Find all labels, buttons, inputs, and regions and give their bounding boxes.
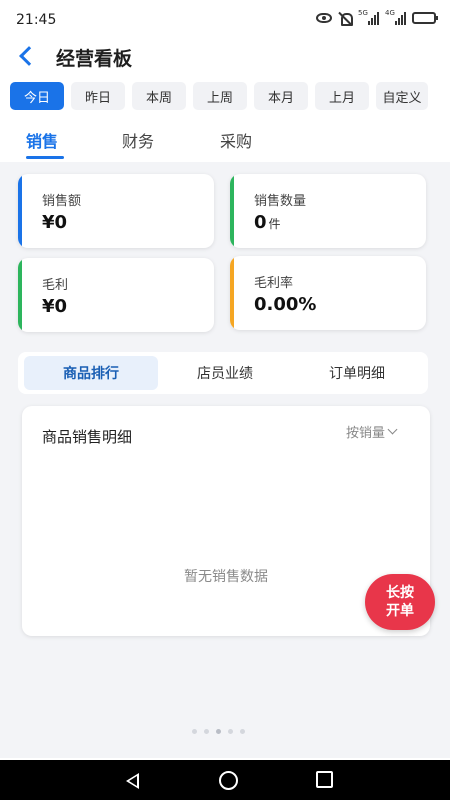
long-press-order-button[interactable]: 长按 开单 (365, 574, 435, 630)
page-dot (240, 729, 245, 734)
stat-value: 0件 (254, 212, 281, 233)
main-tabs: 销售 财务 采购 (0, 122, 450, 162)
content-area: 销售额 ¥0 销售数量 0件 毛利 ¥0 毛利率 0.00% 商品排行 店员业绩… (0, 162, 450, 758)
status-icons: 5G 4G (316, 9, 438, 26)
subtab-staff-performance[interactable]: 店员业绩 (158, 356, 292, 390)
period-this-week[interactable]: 本周 (132, 82, 186, 110)
status-bar: 21:45 5G 4G (0, 0, 450, 40)
period-today[interactable]: 今日 (10, 82, 64, 110)
network-label-1: 5G (358, 9, 368, 17)
back-arrow-icon[interactable] (19, 46, 39, 66)
float-button-line1: 长按 (386, 585, 414, 601)
header: 经营看板 (0, 40, 450, 76)
screen: 21:45 5G 4G 经营看板 今日 昨日 本周 上周 本月 上月 自定义 销… (0, 0, 450, 800)
page-dot (192, 729, 197, 734)
subtab-order-details[interactable]: 订单明细 (292, 356, 422, 390)
battery-icon (412, 12, 438, 24)
float-button-line2: 开单 (386, 603, 414, 619)
stat-value: 0.00% (254, 294, 317, 315)
tab-finance[interactable]: 财务 (122, 128, 154, 152)
nav-back-icon[interactable] (126, 773, 139, 789)
page-dot (228, 729, 233, 734)
page-title: 经营看板 (56, 48, 133, 70)
status-time: 21:45 (16, 12, 57, 28)
sub-tabs: 商品排行 店员业绩 订单明细 (18, 352, 428, 394)
empty-state-text: 暂无销售数据 (184, 569, 268, 585)
tab-underline (26, 156, 64, 159)
sort-dropdown[interactable]: 按销量 (345, 422, 398, 441)
stat-label: 销售数量 (254, 194, 307, 209)
period-this-month[interactable]: 本月 (254, 82, 308, 110)
subtab-product-ranking[interactable]: 商品排行 (24, 356, 158, 390)
card-accent (230, 174, 234, 248)
stat-value-number: 0 (254, 212, 267, 233)
stat-card-sales-amount[interactable]: 销售额 ¥0 (18, 174, 214, 248)
network-label-2: 4G (385, 9, 395, 17)
page-dot (204, 729, 209, 734)
page-indicator (192, 729, 245, 734)
stat-value: ¥0 (42, 296, 68, 317)
system-nav-bar (0, 760, 450, 800)
stat-card-sales-qty[interactable]: 销售数量 0件 (230, 174, 426, 248)
page-dot-active (216, 729, 221, 734)
signal-icon: 5G (358, 9, 379, 25)
eye-icon (316, 13, 332, 23)
stat-label: 毛利率 (254, 276, 294, 291)
nav-home-icon[interactable] (219, 771, 238, 790)
stat-label: 销售额 (42, 194, 82, 209)
mute-icon (338, 11, 353, 26)
period-last-month[interactable]: 上月 (315, 82, 369, 110)
card-accent (230, 256, 234, 330)
sort-label: 按销量 (345, 426, 385, 441)
period-custom[interactable]: 自定义 (376, 82, 428, 110)
chevron-down-icon (387, 424, 398, 435)
period-last-week[interactable]: 上周 (193, 82, 247, 110)
tab-sales[interactable]: 销售 (26, 128, 58, 152)
detail-title: 商品销售明细 (42, 428, 133, 446)
stat-label: 毛利 (42, 278, 69, 293)
period-yesterday[interactable]: 昨日 (71, 82, 125, 110)
stat-card-gross-margin[interactable]: 毛利率 0.00% (230, 256, 426, 330)
tab-purchase[interactable]: 采购 (220, 128, 252, 152)
card-accent (18, 258, 22, 332)
nav-recents-icon[interactable] (316, 771, 333, 788)
period-selector: 今日 昨日 本周 上周 本月 上月 自定义 (10, 82, 440, 112)
stat-unit: 件 (268, 217, 281, 231)
stat-value: ¥0 (42, 212, 68, 233)
signal-icon-2: 4G (385, 9, 406, 25)
card-accent (18, 174, 22, 248)
stat-card-gross-profit[interactable]: 毛利 ¥0 (18, 258, 214, 332)
